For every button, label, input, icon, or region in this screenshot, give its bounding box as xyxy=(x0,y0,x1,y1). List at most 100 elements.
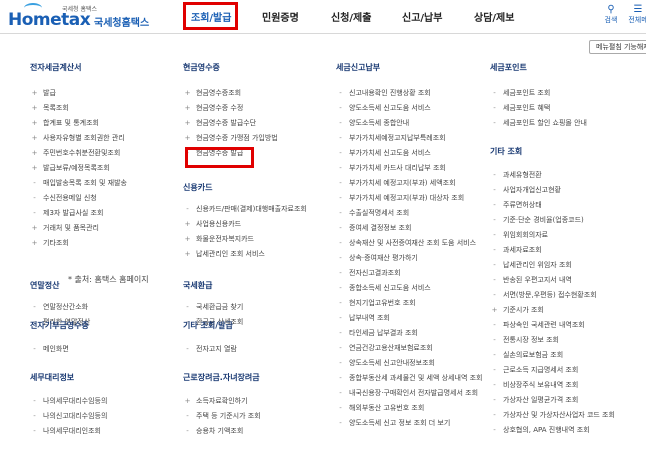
source-note: * 출처: 홈택스 홈페이지 xyxy=(68,275,149,284)
list-item[interactable]: + 현금영수증조회 xyxy=(183,86,278,101)
list-item[interactable]: - 근로소득 지급명세서 조회 xyxy=(490,363,615,378)
list-item[interactable]: - 내국신용장·구매확인서 전자발급명세서 조회 xyxy=(336,386,483,401)
list-item[interactable]: - 파상속인 국세관련 내역조회 xyxy=(490,318,615,333)
list-item[interactable]: + 현금영수증 발급수단 xyxy=(183,116,278,131)
list-item[interactable]: - 국세환급금 찾기 xyxy=(183,300,243,315)
list-item[interactable]: - 부가가치세 신고도움 서비스 xyxy=(336,146,483,161)
plus-icon: + xyxy=(31,89,38,97)
list-item[interactable]: - 가상자산 일평균가격 조회 xyxy=(490,393,615,408)
section-tax-points: 세금포인트 - 세금포인트 조회 - 세금포인트 혜택 - 세금포인트 할인 쇼핑몰 … xyxy=(490,62,587,131)
list-item[interactable]: - 세금포인트 할인 쇼핑몰 안내 xyxy=(490,116,587,131)
list-item[interactable]: + 목록조회 xyxy=(30,101,127,116)
list-item[interactable]: - 부가가치세 예정고지(부과) 세액조회 xyxy=(336,176,483,191)
list-item[interactable]: - 제3자 발급사실 조회 xyxy=(30,206,127,221)
search-label: 검색 xyxy=(604,16,618,24)
list-item[interactable]: - 실손의료보험금 조회 xyxy=(490,348,615,363)
plus-icon: + xyxy=(31,134,38,142)
nav-item-report-payment[interactable]: 신고/납부 xyxy=(402,9,442,24)
list-item[interactable]: + 기준시가 조회 xyxy=(490,303,615,318)
search-tool[interactable]: ⚲ 검색 xyxy=(599,4,623,25)
list-item[interactable]: - 매입발송목록 조회 및 재발송 xyxy=(30,176,127,191)
list-item[interactable]: - 현지기업고유번호 조회 xyxy=(336,296,483,311)
section-title: 기타 조회 xyxy=(490,147,523,156)
list-item[interactable]: - 전통시장 정보 조회 xyxy=(490,333,615,348)
dash-icon: - xyxy=(186,303,189,311)
list-item[interactable]: - 가상자산 및 가상자산사업자 코드 조회 xyxy=(490,408,615,423)
list-item[interactable]: - 부가가치세 카드사 대리납부 조회 xyxy=(336,161,483,176)
list-item[interactable]: - 양도소득세 신고안내정보조회 xyxy=(336,356,483,371)
dash-icon: - xyxy=(339,389,342,397)
plus-icon: + xyxy=(31,164,38,172)
nav-item-civil-certificates[interactable]: 민원증명 xyxy=(262,9,299,24)
list-item[interactable]: + 발급보류/예정목록조회 xyxy=(30,161,127,176)
list-item[interactable]: - 수출실적명세서 조회 xyxy=(336,206,483,221)
list-item[interactable]: + 거래처 및 품목관리 xyxy=(30,221,127,236)
plus-icon: + xyxy=(184,104,191,112)
list-item[interactable]: - 메인화면 xyxy=(30,342,89,357)
list-item[interactable]: - 서면(방문,우편등) 접수현황조회 xyxy=(490,288,615,303)
list-item[interactable]: - 상속재산 및 사전증여재산 조회 도움 서비스 xyxy=(336,236,483,251)
list-item[interactable]: + 현금영수증 수정 xyxy=(183,101,278,116)
list-item[interactable]: - 주류면허상태 xyxy=(490,198,615,213)
list-item[interactable]: + 발급 xyxy=(30,86,127,101)
dash-icon: - xyxy=(339,119,342,127)
allmenu-tool[interactable]: ☰ 전체메 xyxy=(626,4,646,25)
list-item[interactable]: - 나의신고대리수임등의 xyxy=(30,409,107,424)
list-item[interactable]: - 과세유형전환 xyxy=(490,168,615,183)
list-item[interactable]: - 승용차 기액조회 xyxy=(183,424,261,439)
list-item[interactable]: - 납부내역 조회 xyxy=(336,311,483,326)
list-item[interactable]: - 타인세금 납부결과 조회 xyxy=(336,326,483,341)
list-item[interactable]: - 양도소득세 신고도움 서비스 xyxy=(336,101,483,116)
list-item[interactable]: - 양도소득세 신고 정보 조회 더 보기 xyxy=(336,416,483,431)
nav-item-apply-submit[interactable]: 신청/제출 xyxy=(331,9,371,24)
section-other-inquiry: 기타 조회 - 과세유형전환 - 사업자개업신고현황 - 주류면허상태 - 기준·단순 … xyxy=(490,146,615,438)
list-item[interactable]: - 세금포인트 혜택 xyxy=(490,101,587,116)
list-item[interactable]: + 소득자료확인하기 xyxy=(183,394,261,409)
dash-icon: - xyxy=(339,299,342,307)
list-item[interactable]: - 비상장주식 보유내역 조회 xyxy=(490,378,615,393)
list-item[interactable]: - 전자신고결과조회 xyxy=(336,266,483,281)
list-item[interactable]: - 반송된 우편고지서 내역 xyxy=(490,273,615,288)
list-item[interactable]: - 상속·증여재산 평가하기 xyxy=(336,251,483,266)
list-item[interactable]: - 위임회회의자료 xyxy=(490,228,615,243)
list-item[interactable]: - 증여세 결정정보 조회 xyxy=(336,221,483,236)
list-item[interactable]: + 화물운전자복지카드 xyxy=(183,232,307,247)
list-item[interactable]: - 연말정산간소화 xyxy=(30,300,90,315)
dash-icon: - xyxy=(339,314,342,322)
list-item[interactable]: - 수신전용메일 신청 xyxy=(30,191,127,206)
list-item[interactable]: - 주택 등 기준시가 조회 xyxy=(183,409,260,424)
list-item[interactable]: - 부가가치세 예정고지(부과) 대상자 조회 xyxy=(336,191,483,206)
list-item[interactable]: - 부가가치세예정고지납부특례조회 xyxy=(336,131,483,146)
list-item[interactable]: - 기준·단순 경비율(업종코드) xyxy=(490,213,615,228)
section-other-inquiry-issue: 기타 조회/발급 - 전자고지 열람 xyxy=(183,320,237,357)
list-item[interactable]: - 나의세무대리수임등의 xyxy=(30,394,107,409)
list-item[interactable]: - 세금포인트 조회 xyxy=(490,86,587,101)
logo-korean-name: 국세청홈택스 xyxy=(94,18,150,29)
list-item[interactable]: + 사용자유형별 조회권한 관리 xyxy=(30,131,127,146)
list-item[interactable]: - 해외부동산 고유번호 조회 xyxy=(336,401,483,416)
list-item[interactable]: + 합계표 및 통계조회 xyxy=(30,116,127,131)
list-item[interactable]: + 주민번호수취분전환및조회 xyxy=(30,146,127,161)
menu-expand-toggle-button[interactable]: 메뉴펼침 기능해제 xyxy=(589,40,646,54)
section-title: 전자세금계산서 xyxy=(30,63,82,72)
list-item[interactable]: + 현금영수증 가맹점 가입방법 xyxy=(183,131,278,146)
list-item[interactable]: - 나의세무대리인조회 xyxy=(30,424,107,439)
allmenu-label: 전체메 xyxy=(628,16,646,24)
list-item[interactable]: - 연금건강고용산재보험료조회 xyxy=(336,341,483,356)
list-item[interactable]: - 상호협의, APA 진행내역 조회 xyxy=(490,423,615,438)
list-item[interactable]: + 납세관리인 조회 서비스 xyxy=(183,247,307,262)
hometax-logo[interactable]: 국세청 홈택스 Hometax 국세청홈택스 xyxy=(8,3,158,30)
list-item[interactable]: - 양도소득세 종합안내 xyxy=(336,116,483,131)
list-item[interactable]: - 납세관리인 위임자 조회 xyxy=(490,258,615,273)
nav-item-consult-report[interactable]: 상담/제보 xyxy=(474,9,514,24)
list-item[interactable]: - 과세자료조회 xyxy=(490,243,615,258)
list-item[interactable]: - 종합소득세 신고도움 서비스 xyxy=(336,281,483,296)
list-item[interactable]: - 사업자개업신고현황 xyxy=(490,183,615,198)
list-item[interactable]: - 종합부동산세 과세물건 및 세액 상세내역 조회 xyxy=(336,371,482,386)
list-item[interactable]: - 신고내용확인 진행상황 조회 xyxy=(336,86,483,101)
list-item[interactable]: - 전자고지 열람 xyxy=(183,342,237,357)
list-item[interactable]: - 신용카드/판매(결제)대행매출자료조회 xyxy=(183,202,307,217)
list-item[interactable]: + 사업용신용카드 xyxy=(183,217,307,232)
list-item[interactable]: + 기타조회 xyxy=(30,236,127,251)
section-e-donation-receipt: 전자기부금영수증 - 메인화면 xyxy=(30,320,89,357)
